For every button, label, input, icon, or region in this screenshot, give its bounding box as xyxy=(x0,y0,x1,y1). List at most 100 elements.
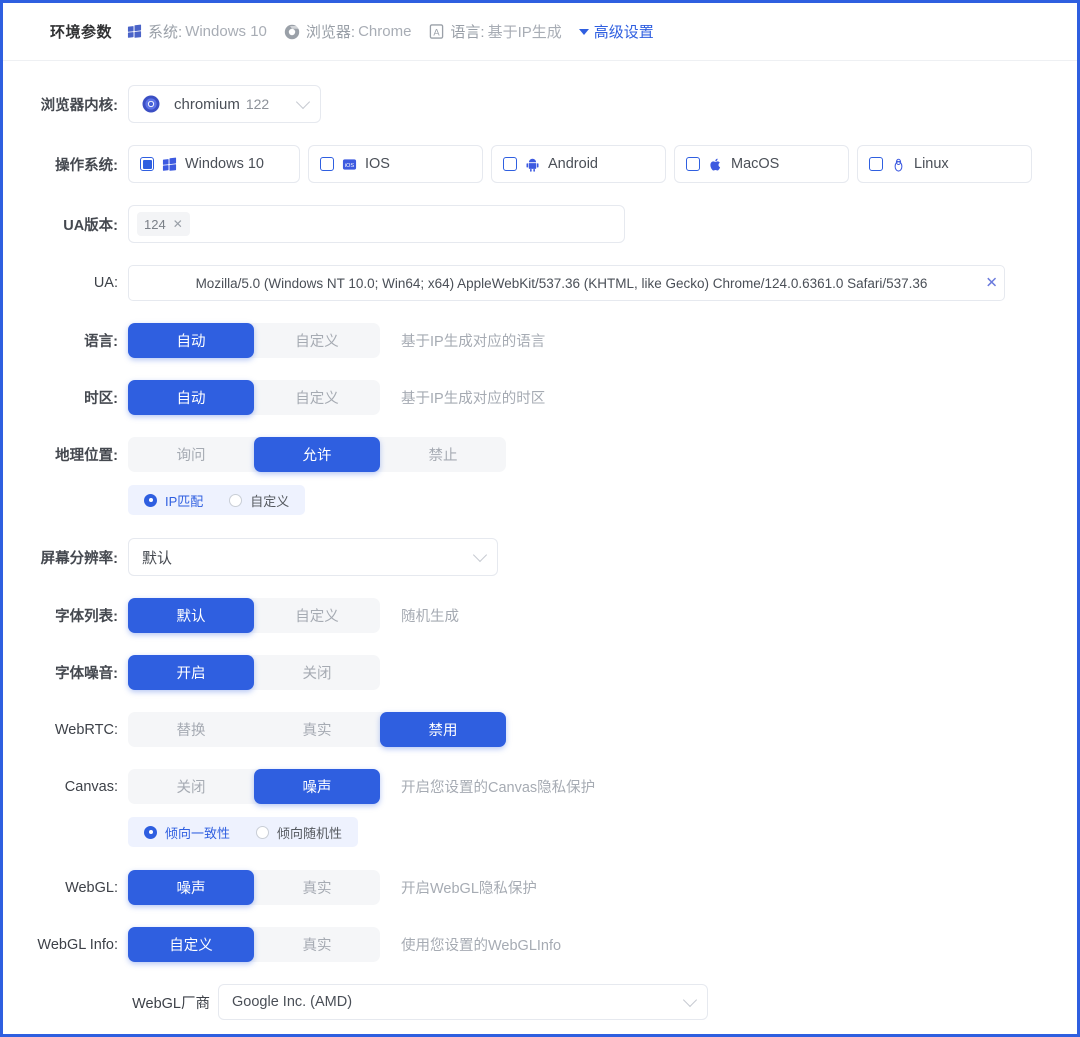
canvas-option-noise[interactable]: 噪声 xyxy=(254,769,380,804)
timezone-option-custom[interactable]: 自定义 xyxy=(254,380,380,415)
canvas-segmented-control: 关闭 噪声 xyxy=(128,769,380,804)
webrtc-segmented-control: 替换 真实 禁用 xyxy=(128,712,506,747)
row-ua: UA: Mozilla/5.0 (Windows NT 10.0; Win64;… xyxy=(3,265,1077,301)
screen-resolution-select[interactable]: 默认 xyxy=(128,538,498,576)
geolocation-option-allow[interactable]: 允许 xyxy=(254,437,380,472)
checkbox-icon[interactable] xyxy=(503,157,517,171)
row-language: 语言: 自动 自定义 基于IP生成对应的语言 xyxy=(3,323,1077,358)
clear-icon[interactable]: ✕ xyxy=(985,276,998,291)
row-canvas: Canvas: 关闭 噪声 开启您设置的Canvas隐私保护 xyxy=(3,769,1077,804)
screen-resolution-value: 默认 xyxy=(142,549,173,567)
geolocation-radio-custom[interactable]: 自定义 xyxy=(229,491,289,510)
row-font-list: 字体列表: 默认 自定义 随机生成 xyxy=(3,598,1077,633)
header-language-group: A 语言: 基于IP生成 xyxy=(428,21,562,42)
advanced-settings-label: 高级设置 xyxy=(593,24,654,41)
row-timezone: 时区: 自动 自定义 基于IP生成对应的时区 xyxy=(3,380,1077,415)
language-segmented-control: 自动 自定义 xyxy=(128,323,380,358)
language-hint: 基于IP生成对应的语言 xyxy=(401,334,546,350)
chevron-down-icon xyxy=(682,992,698,1008)
advanced-settings-toggle[interactable]: 高级设置 xyxy=(578,21,654,42)
header-system-group: 系统: Windows 10 xyxy=(126,21,267,42)
radio-icon xyxy=(256,825,270,839)
canvas-radio-random[interactable]: 倾向随机性 xyxy=(256,823,342,842)
canvas-hint: 开启您设置的Canvas隐私保护 xyxy=(401,780,596,796)
canvas-radio-label: 倾向随机性 xyxy=(277,825,343,841)
windows-icon xyxy=(126,23,143,40)
webgl-vendor-value: Google Inc. (AMD) xyxy=(232,994,353,1010)
header-browser-label: 浏览器: xyxy=(305,24,356,41)
geolocation-radio-label: IP匹配 xyxy=(165,493,204,509)
os-option-ios[interactable]: iOS IOS xyxy=(308,145,483,183)
os-option-label: IOS xyxy=(365,156,390,172)
os-option-macos[interactable]: MacOS xyxy=(674,145,849,183)
header-language-value: 基于IP生成 xyxy=(487,24,562,41)
timezone-label: 时区: xyxy=(84,391,118,407)
row-font-noise: 字体噪音: 开启 关闭 xyxy=(3,655,1077,690)
font-list-hint: 随机生成 xyxy=(401,609,459,625)
geolocation-option-ask[interactable]: 询问 xyxy=(128,437,254,472)
font-noise-option-on[interactable]: 开启 xyxy=(128,655,254,690)
radio-icon xyxy=(144,825,157,839)
android-icon xyxy=(524,156,541,173)
checkbox-icon[interactable] xyxy=(140,157,154,171)
webgl-info-option-real[interactable]: 真实 xyxy=(254,927,380,962)
ios-icon: iOS xyxy=(341,156,358,173)
os-option-label: MacOS xyxy=(731,156,780,172)
geolocation-radio-ip-match[interactable]: IP匹配 xyxy=(144,491,203,510)
os-option-label: Android xyxy=(548,156,598,172)
ua-version-select[interactable]: 124 ✕ xyxy=(128,205,625,243)
language-option-auto[interactable]: 自动 xyxy=(128,323,254,358)
os-option-windows[interactable]: Windows 10 xyxy=(128,145,300,183)
canvas-radio-group: 倾向一致性 倾向随机性 xyxy=(128,817,359,847)
language-option-custom[interactable]: 自定义 xyxy=(254,323,380,358)
settings-form: 浏览器内核: chromium 122 操作系统: Windows 10 iOS… xyxy=(3,61,1077,1034)
webgl-label: WebGL: xyxy=(65,879,118,896)
webgl-info-label: WebGL Info: xyxy=(37,936,118,953)
webgl-info-option-custom[interactable]: 自定义 xyxy=(128,927,254,962)
header-bar: 环境参数 系统: Windows 10 浏览器: Chrome A 语言: 基于… xyxy=(3,3,1077,61)
browser-kernel-select[interactable]: chromium 122 xyxy=(128,85,321,123)
webgl-option-noise[interactable]: 噪声 xyxy=(128,870,254,905)
row-webrtc: WebRTC: 替换 真实 禁用 xyxy=(3,712,1077,747)
os-option-linux[interactable]: Linux xyxy=(857,145,1032,183)
geolocation-label: 地理位置: xyxy=(55,448,118,464)
geolocation-radio-group: IP匹配 自定义 xyxy=(128,485,306,515)
webrtc-option-real[interactable]: 真实 xyxy=(254,712,380,747)
browser-kernel-version: 122 xyxy=(245,96,270,112)
webrtc-label: WebRTC: xyxy=(54,721,118,738)
geolocation-segmented-control: 询问 允许 禁止 xyxy=(128,437,506,472)
radio-icon xyxy=(229,493,243,507)
timezone-option-auto[interactable]: 自动 xyxy=(128,380,254,415)
webgl-vendor-select[interactable]: Google Inc. (AMD) xyxy=(218,984,708,1020)
operating-system-label: 操作系统: xyxy=(55,157,118,174)
webrtc-option-replace[interactable]: 替换 xyxy=(128,712,254,747)
webgl-info-segmented-control: 自定义 真实 xyxy=(128,927,380,962)
os-option-android[interactable]: Android xyxy=(491,145,666,183)
ua-label: UA: xyxy=(93,275,118,291)
page-title: 环境参数 xyxy=(50,24,113,41)
checkbox-icon[interactable] xyxy=(869,157,883,171)
checkbox-icon[interactable] xyxy=(686,157,700,171)
font-noise-option-off[interactable]: 关闭 xyxy=(254,655,380,690)
geolocation-option-deny[interactable]: 禁止 xyxy=(380,437,506,472)
font-list-option-custom[interactable]: 自定义 xyxy=(254,598,380,633)
font-list-option-default[interactable]: 默认 xyxy=(128,598,254,633)
canvas-radio-label: 倾向一致性 xyxy=(165,825,231,841)
close-icon[interactable]: ✕ xyxy=(173,218,183,230)
canvas-radio-consistent[interactable]: 倾向一致性 xyxy=(144,823,230,842)
row-geolocation: 地理位置: 询问 允许 禁止 xyxy=(3,437,1077,472)
chevron-down-icon xyxy=(472,547,488,563)
header-language-label: 语言: xyxy=(450,24,485,41)
ua-input[interactable]: Mozilla/5.0 (Windows NT 10.0; Win64; x64… xyxy=(128,265,1005,301)
canvas-option-off[interactable]: 关闭 xyxy=(128,769,254,804)
chromium-icon xyxy=(141,95,160,114)
apple-icon xyxy=(707,156,724,173)
row-geolocation-radios: IP匹配 自定义 xyxy=(3,484,1077,516)
timezone-segmented-control: 自动 自定义 xyxy=(128,380,380,415)
webrtc-option-disabled[interactable]: 禁用 xyxy=(380,712,506,747)
row-screen-resolution: 屏幕分辨率: 默认 xyxy=(3,538,1077,576)
geolocation-radio-label: 自定义 xyxy=(250,493,290,509)
checkbox-icon[interactable] xyxy=(320,157,334,171)
os-option-label: Windows 10 xyxy=(185,156,264,172)
webgl-option-real[interactable]: 真实 xyxy=(254,870,380,905)
